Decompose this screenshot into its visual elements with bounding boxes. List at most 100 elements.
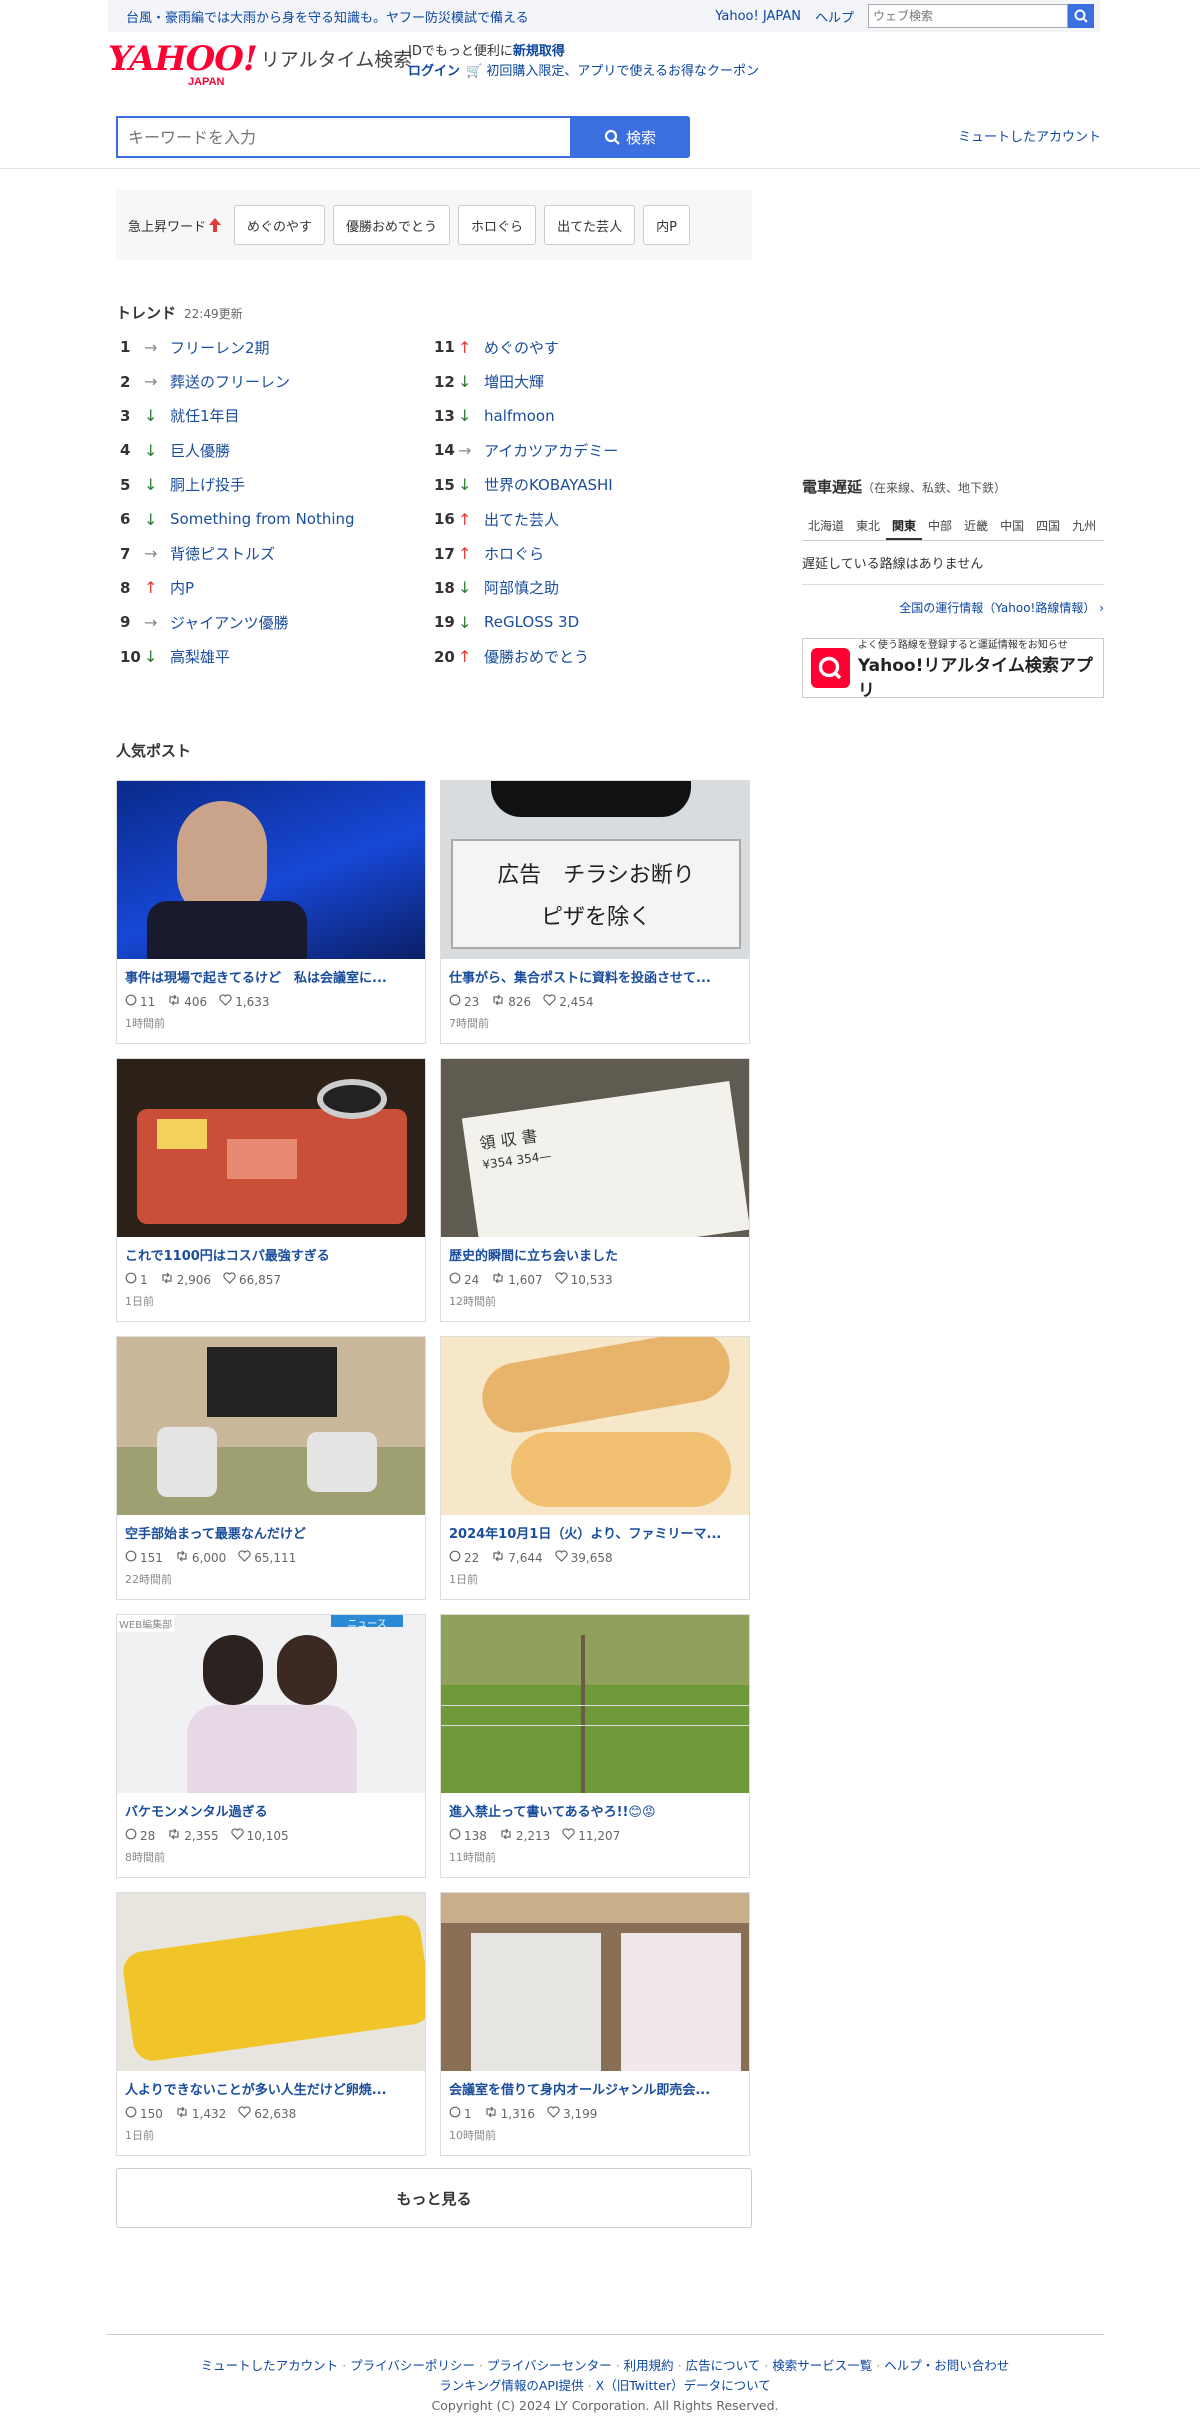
post-stat-replies[interactable]: 1 [449, 2106, 472, 2121]
post-image[interactable]: WEB編集部 ニュース [117, 1615, 425, 1793]
trend-item[interactable]: 5 ↓ 胴上げ投手 [120, 468, 430, 502]
footer-link[interactable]: 利用規約 [624, 2358, 674, 2373]
post-stat-reposts[interactable]: 6,000 [175, 1550, 226, 1565]
post-image[interactable] [441, 1893, 749, 2071]
trend-item[interactable]: 11 ↑ めぐのやす [434, 330, 744, 364]
post-stat-replies[interactable]: 1 [125, 1272, 148, 1287]
post-stat-reposts[interactable]: 7,644 [491, 1550, 543, 1565]
disaster-notice-link[interactable]: 台風・豪雨編では大雨から身を守る知識も。ヤフー防災模試で備える [126, 7, 529, 26]
yahoo-japan-link[interactable]: Yahoo! JAPAN [715, 9, 801, 24]
trend-item[interactable]: 1 → フリーレン2期 [120, 330, 430, 364]
post-image[interactable] [117, 1059, 425, 1237]
trend-word-link[interactable]: 世界のKOBAYASHI [484, 474, 613, 495]
train-region-tab[interactable]: 東北 [850, 513, 886, 540]
train-region-tab[interactable]: 九州 [1066, 513, 1102, 540]
post-stat-reposts[interactable]: 2,906 [160, 1272, 211, 1287]
trend-word-link[interactable]: 巨人優勝 [170, 440, 230, 461]
train-region-tab[interactable]: 中部 [922, 513, 958, 540]
post-stat-likes[interactable]: 65,111 [238, 1550, 296, 1565]
trend-item[interactable]: 8 ↑ 内P [120, 571, 430, 605]
trend-item[interactable]: 2 → 葬送のフリーレン [120, 364, 430, 398]
more-button[interactable]: もっと見る [116, 2168, 752, 2228]
post-title[interactable]: 人よりできないことが多い人生だけど卵焼... [117, 2071, 425, 2098]
post-title[interactable]: 会議室を借りて身内オールジャンル即売会... [441, 2071, 749, 2098]
footer-link[interactable]: 検索サービス一覧 [772, 2358, 872, 2373]
post-stat-likes[interactable]: 3,199 [547, 2106, 597, 2121]
trend-item[interactable]: 12 ↓ 増田大輝 [434, 364, 744, 398]
post-stat-reposts[interactable]: 2,213 [499, 1828, 550, 1843]
footer-link[interactable]: ミュートしたアカウント [201, 2358, 339, 2373]
trend-item[interactable]: 18 ↓ 阿部慎之助 [434, 571, 744, 605]
trend-item[interactable]: 14 → アイカツアカデミー [434, 433, 744, 467]
trend-word-link[interactable]: 葬送のフリーレン [170, 371, 290, 392]
trend-word-link[interactable]: 増田大輝 [484, 371, 544, 392]
post-card[interactable]: 領 収 書 ¥354 354— 歴史的瞬間に立ち会いました 24 1,607 10,533… [440, 1058, 750, 1322]
post-title[interactable]: バケモンメンタル過ぎる [117, 1793, 425, 1820]
web-search-button[interactable] [1068, 4, 1094, 28]
train-region-tab[interactable]: 中国 [994, 513, 1030, 540]
post-title[interactable]: 歴史的瞬間に立ち会いました [441, 1237, 749, 1264]
post-image[interactable] [117, 1337, 425, 1515]
trend-word-link[interactable]: アイカツアカデミー [484, 440, 618, 461]
post-image[interactable] [441, 1615, 749, 1793]
post-stat-likes[interactable]: 11,207 [562, 1828, 620, 1843]
post-stat-replies[interactable]: 23 [449, 994, 479, 1009]
train-all-info-link[interactable]: 全国の運行情報（Yahoo!路線情報） › [802, 599, 1104, 616]
trend-word-link[interactable]: ホロぐら [484, 543, 544, 564]
post-stat-reposts[interactable]: 1,316 [484, 2106, 535, 2121]
post-title[interactable]: 事件は現場で起きてるけど 私は会議室に... [117, 959, 425, 986]
post-stat-reposts[interactable]: 406 [167, 994, 207, 1009]
post-image[interactable] [117, 1893, 425, 2071]
register-link[interactable]: 新規取得 [513, 44, 565, 59]
train-region-tab[interactable]: 近畿 [958, 513, 994, 540]
footer-link[interactable]: ヘルプ・お問い合わせ [884, 2358, 1009, 2373]
trend-item[interactable]: 10 ↓ 高梨雄平 [120, 640, 430, 674]
rising-chip[interactable]: 出てた芸人 [544, 205, 636, 245]
trend-item[interactable]: 3 ↓ 就任1年目 [120, 399, 430, 433]
post-stat-likes[interactable]: 10,105 [230, 1828, 289, 1843]
post-card[interactable]: 人よりできないことが多い人生だけど卵焼... 150 1,432 62,638 1日前 [116, 1892, 426, 2156]
post-image[interactable]: 広告 チラシお断り ピザを除く [441, 781, 749, 959]
muted-accounts-link[interactable]: ミュートしたアカウント [958, 126, 1101, 145]
trend-word-link[interactable]: 就任1年目 [170, 405, 240, 426]
trend-item[interactable]: 4 ↓ 巨人優勝 [120, 433, 430, 467]
post-title[interactable]: これで1100円はコスパ最強すぎる [117, 1237, 425, 1264]
trend-word-link[interactable]: 高梨雄平 [170, 646, 230, 667]
logo[interactable]: YAHOO! JAPAN リアルタイム検索 [108, 42, 412, 88]
trend-item[interactable]: 13 ↓ halfmoon [434, 399, 744, 433]
app-banner[interactable]: よく使う路線を登録すると運延情報をお知らせ Yahoo!リアルタイム検索アプリ [802, 638, 1104, 701]
post-card[interactable]: 進入禁止って書いてあるやろ!!😊😡 138 2,213 11,207 11時間前 [440, 1614, 750, 1878]
post-card[interactable]: 事件は現場で起きてるけど 私は会議室に... 11 406 1,633 1時間前 [116, 780, 426, 1044]
post-stat-reposts[interactable]: 826 [491, 994, 531, 1009]
post-stat-likes[interactable]: 1,633 [219, 994, 270, 1009]
post-stat-likes[interactable]: 10,533 [554, 1272, 613, 1287]
post-title[interactable]: 仕事がら、集合ポストに資料を投函させて... [441, 959, 749, 986]
post-stat-likes[interactable]: 2,454 [543, 994, 594, 1009]
post-title[interactable]: 空手部始まって最悪なんだけど [117, 1515, 425, 1542]
post-card[interactable]: 空手部始まって最悪なんだけど 151 6,000 65,111 22時間前 [116, 1336, 426, 1600]
trend-item[interactable]: 16 ↑ 出てた芸人 [434, 502, 744, 536]
trend-item[interactable]: 6 ↓ Something from Nothing [120, 502, 430, 536]
search-button[interactable]: 検索 [570, 116, 690, 158]
web-search-input[interactable] [868, 4, 1068, 28]
train-region-tab[interactable]: 北海道 [802, 513, 850, 540]
trend-word-link[interactable]: 胴上げ投手 [170, 474, 245, 495]
post-image[interactable]: 領 収 書 ¥354 354— [441, 1059, 749, 1237]
search-input[interactable] [116, 116, 570, 158]
trend-word-link[interactable]: フリーレン2期 [170, 337, 270, 358]
trend-word-link[interactable]: ReGLOSS 3D [484, 613, 579, 631]
trend-word-link[interactable]: ジャイアンツ優勝 [170, 612, 289, 633]
post-stat-reposts[interactable]: 1,432 [175, 2106, 226, 2121]
post-card[interactable]: 2024年10月1日（火）より、ファミリーマ... 22 7,644 39,658 1日… [440, 1336, 750, 1600]
post-image[interactable] [117, 781, 425, 959]
post-card[interactable]: 広告 チラシお断り ピザを除く 仕事がら、集合ポストに資料を投函させて... 23 82… [440, 780, 750, 1044]
post-card[interactable]: これで1100円はコスパ最強すぎる 1 2,906 66,857 1日前 [116, 1058, 426, 1322]
post-stat-replies[interactable]: 11 [125, 994, 155, 1009]
trend-word-link[interactable]: Something from Nothing [170, 510, 355, 528]
login-link[interactable]: ログイン [408, 64, 460, 79]
coupon-link[interactable]: 初回購入限定、アプリで使えるお得なクーポン [486, 64, 759, 79]
post-card[interactable]: 会議室を借りて身内オールジャンル即売会... 1 1,316 3,199 10時間前 [440, 1892, 750, 2156]
trend-word-link[interactable]: めぐのやす [484, 337, 559, 358]
footer-link[interactable]: プライバシーポリシー [350, 2358, 475, 2373]
trend-item[interactable]: 20 ↑ 優勝おめでとう [434, 640, 744, 674]
